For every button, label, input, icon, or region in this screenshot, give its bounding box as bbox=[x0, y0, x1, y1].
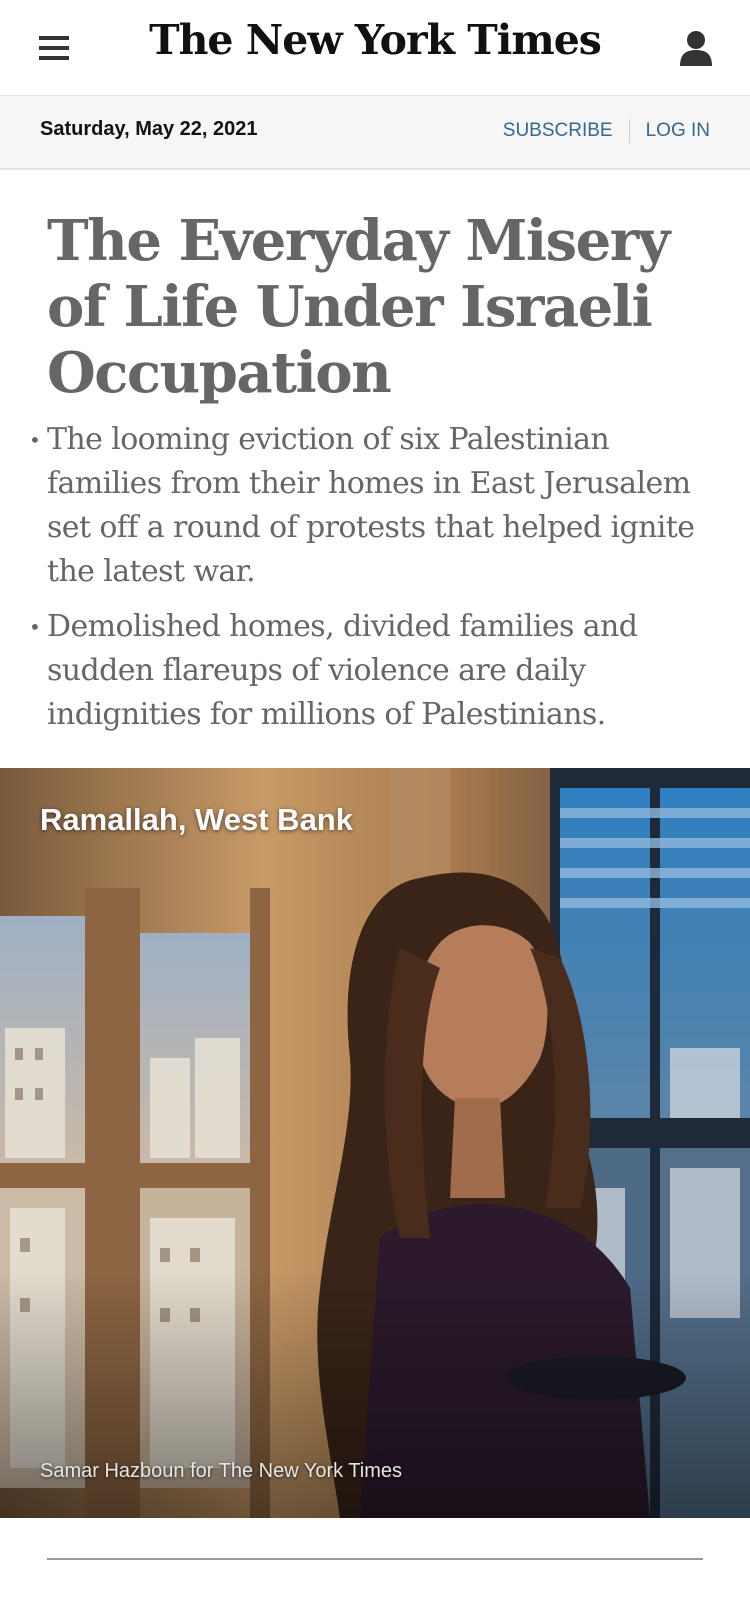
photo-location-label: Ramallah, West Bank bbox=[40, 802, 353, 837]
bullet-icon: • bbox=[29, 428, 41, 452]
divider bbox=[628, 119, 630, 143]
hero-photo bbox=[0, 768, 750, 1518]
summary-item: • Demolished homes, divided families and… bbox=[29, 605, 707, 737]
summary-text: The looming eviction of six Palestinian … bbox=[47, 422, 695, 589]
user-account-icon[interactable] bbox=[680, 30, 712, 66]
nyt-logo[interactable]: The New York Times bbox=[0, 16, 750, 64]
login-link[interactable]: LOG IN bbox=[646, 120, 710, 142]
article-summary: • The looming eviction of six Palestinia… bbox=[29, 418, 707, 748]
summary-text: Demolished homes, divided families and s… bbox=[47, 609, 638, 732]
masthead: The New York Times bbox=[0, 0, 750, 97]
date-bar: Saturday, May 22, 2021 SUBSCRIBE LOG IN bbox=[0, 96, 750, 170]
subscribe-link[interactable]: SUBSCRIBE bbox=[503, 120, 613, 142]
photo-credit: Samar Hazboun for The New York Times bbox=[40, 1460, 403, 1482]
hero-image[interactable]: Ramallah, West Bank Samar Hazboun for Th… bbox=[0, 768, 750, 1518]
article-headline: The Everyday Misery of Life Under Israel… bbox=[47, 208, 670, 406]
section-divider bbox=[47, 1558, 703, 1560]
auth-links: SUBSCRIBE LOG IN bbox=[503, 119, 710, 143]
summary-item: • The looming eviction of six Palestinia… bbox=[29, 418, 707, 594]
current-date: Saturday, May 22, 2021 bbox=[40, 118, 258, 140]
bullet-icon: • bbox=[29, 615, 41, 639]
